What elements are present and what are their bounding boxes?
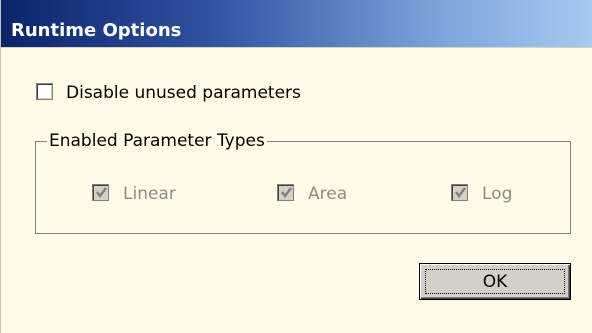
disable-unused-label[interactable]: Disable unused parameters [66, 83, 301, 103]
linear-checkbox[interactable] [92, 184, 109, 201]
checkmark-icon [455, 187, 466, 198]
linear-label: Linear [123, 184, 176, 204]
runtime-options-dialog: Runtime Options Disable unused parameter… [0, 0, 592, 333]
ok-button[interactable]: OK [419, 263, 571, 300]
log-checkbox[interactable] [451, 184, 468, 201]
group-legend: Enabled Parameter Types [47, 131, 267, 151]
log-label: Log [482, 184, 513, 204]
area-checkbox[interactable] [277, 184, 294, 201]
ok-button-label: OK [482, 271, 508, 292]
dialog-title: Runtime Options [11, 20, 182, 41]
checkmark-icon [281, 187, 292, 198]
area-label: Area [308, 184, 348, 204]
disable-unused-checkbox[interactable] [36, 83, 53, 100]
title-bar[interactable]: Runtime Options [1, 0, 592, 48]
checkmark-icon [96, 187, 107, 198]
